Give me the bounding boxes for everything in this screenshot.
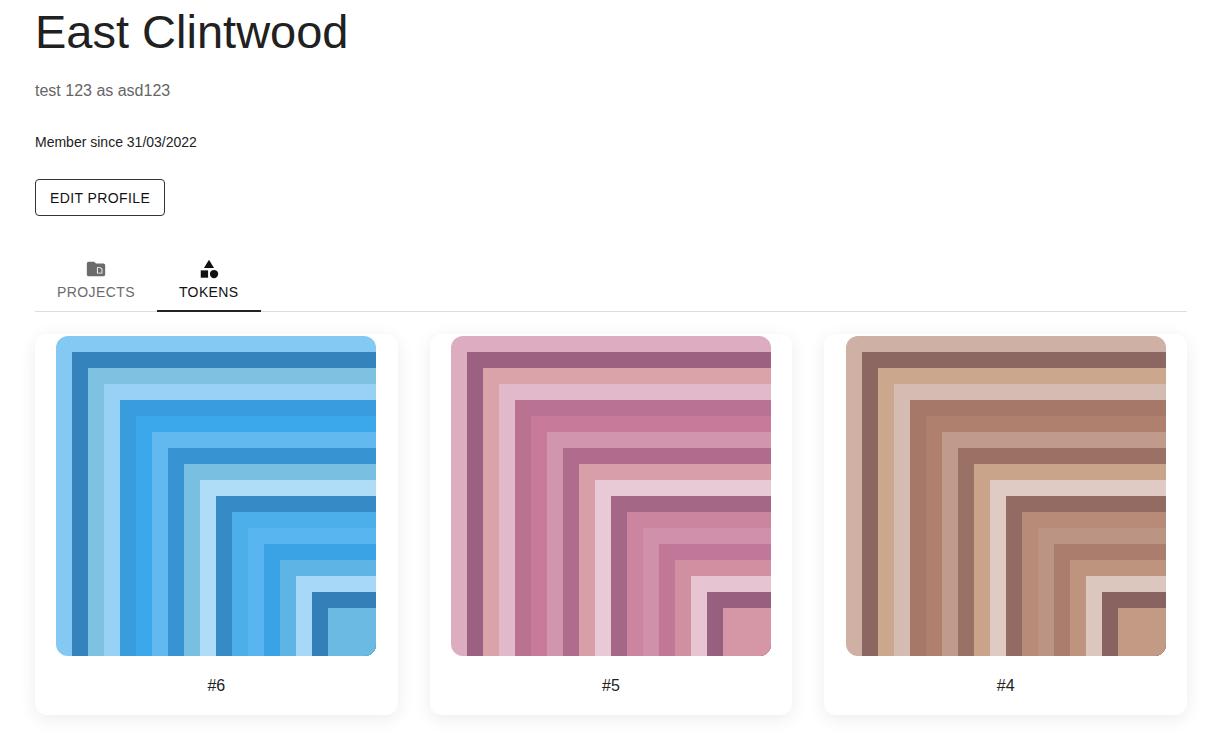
token-label: #5 (602, 676, 620, 697)
token-artwork (451, 336, 771, 656)
token-card[interactable]: #6 (35, 334, 398, 715)
token-card[interactable]: #5 (430, 334, 793, 715)
member-since: Member since 31/03/2022 (35, 133, 1187, 153)
tab[interactable]: PROJECTS (35, 240, 157, 312)
folder-icon (85, 258, 107, 280)
token-label: #6 (207, 676, 225, 697)
token-grid: #6 #5 #4 (35, 334, 1187, 715)
profile-name: East Clintwood (35, 4, 1187, 60)
profile-bio: test 123 as asd123 (35, 80, 1187, 102)
edit-profile-button[interactable]: EDIT PROFILE (35, 179, 165, 216)
tab-bar: PROJECTS TOKENS (35, 240, 1187, 312)
tab-label: TOKENS (179, 284, 239, 300)
tab-label: PROJECTS (57, 284, 135, 300)
shapes-icon (198, 258, 220, 280)
tab[interactable]: TOKENS (157, 240, 261, 312)
token-artwork (846, 336, 1166, 656)
token-artwork (56, 336, 376, 656)
token-label: #4 (997, 676, 1015, 697)
profile-page: East Clintwood test 123 as asd123 Member s… (0, 0, 1222, 735)
token-card[interactable]: #4 (824, 334, 1187, 715)
